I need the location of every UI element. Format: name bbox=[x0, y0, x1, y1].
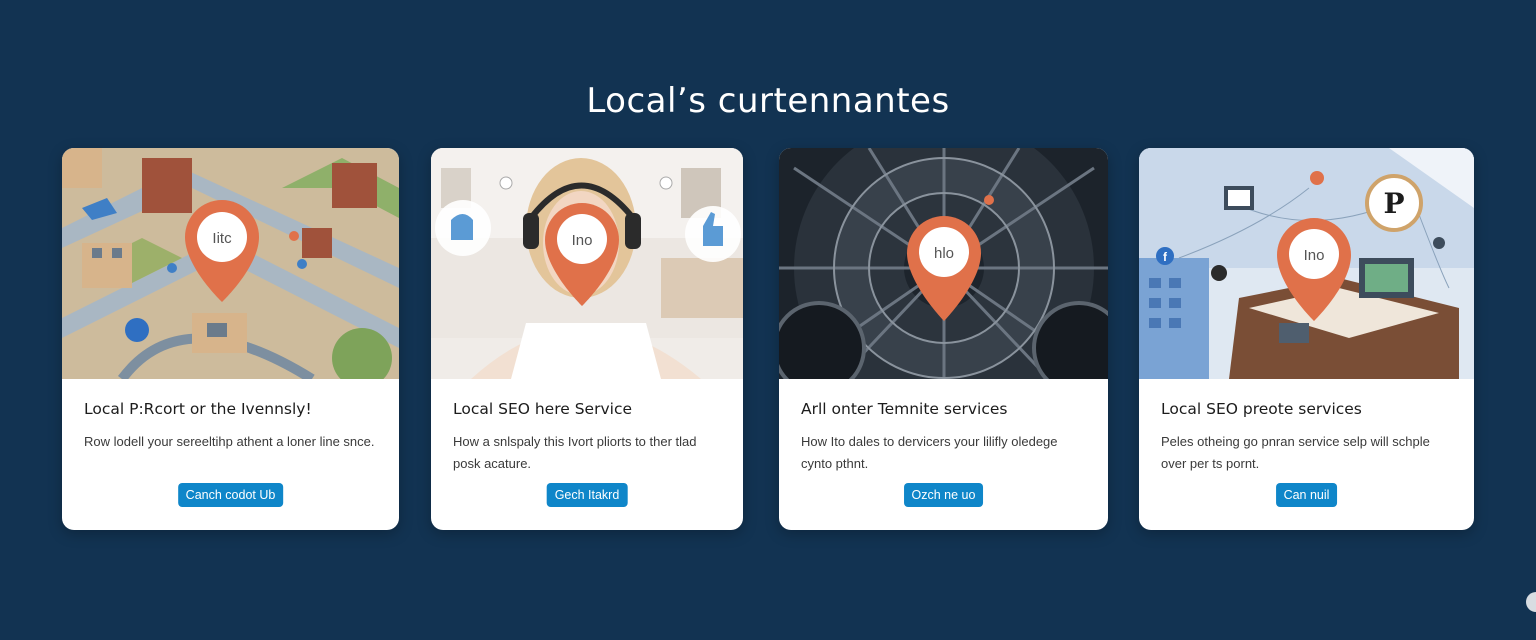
card-image-person-headphones: Ino bbox=[431, 148, 743, 379]
facebook-icon: f bbox=[1156, 247, 1174, 265]
page-title: Local’s curtennantes bbox=[586, 80, 950, 121]
service-card-4: P f Ino Local SEO preote services Peles … bbox=[1139, 148, 1474, 530]
scroll-handle[interactable] bbox=[1526, 592, 1536, 612]
card-cta-button[interactable]: Ozch ne uo bbox=[903, 483, 984, 507]
service-card-1: Iitc Local P:Rcort or the Ivennsly! Row … bbox=[62, 148, 399, 530]
card-image-radial-tunnel: hlo bbox=[779, 148, 1108, 379]
card-title: Local SEO here Service bbox=[453, 400, 632, 418]
card-cta-button[interactable]: Canch codot Ub bbox=[177, 483, 284, 507]
card-cta-button[interactable]: Can nuil bbox=[1275, 483, 1338, 507]
service-card-2: Ino Local SEO here Service How a snlspal… bbox=[431, 148, 743, 530]
card-cta-button[interactable]: Gech Itakrd bbox=[546, 483, 628, 507]
card-pin-label: Ino bbox=[1304, 247, 1325, 264]
thumbs-up-icon bbox=[435, 200, 491, 256]
card-title: Local SEO preote services bbox=[1161, 400, 1362, 418]
card-title: Arll onter Temnite services bbox=[801, 400, 1008, 418]
card-description: How Ito dales to dervicers your lilifly … bbox=[801, 434, 1058, 471]
card-pin-label: hlo bbox=[934, 245, 954, 262]
card-pin-label: Ino bbox=[572, 232, 593, 249]
card-title: Local P:Rcort or the Ivennsly! bbox=[84, 400, 312, 418]
card-description: How a snlspaly this Ivort pliorts to the… bbox=[453, 434, 697, 471]
pinterest-icon: P bbox=[1365, 174, 1423, 232]
svg-text:P: P bbox=[1383, 187, 1404, 220]
card-description: Peles otheing go pnran service selp will… bbox=[1161, 434, 1430, 471]
card-pin-label: Iitc bbox=[212, 230, 232, 247]
card-image-city-map: Iitc bbox=[62, 148, 399, 379]
service-card-3: hlo Arll onter Temnite services How Ito … bbox=[779, 148, 1108, 530]
thumbs-up-icon bbox=[685, 206, 741, 262]
card-description: Row lodell your sereeltihp athent a lone… bbox=[84, 434, 375, 449]
card-image-office-social: P f Ino bbox=[1139, 148, 1474, 379]
